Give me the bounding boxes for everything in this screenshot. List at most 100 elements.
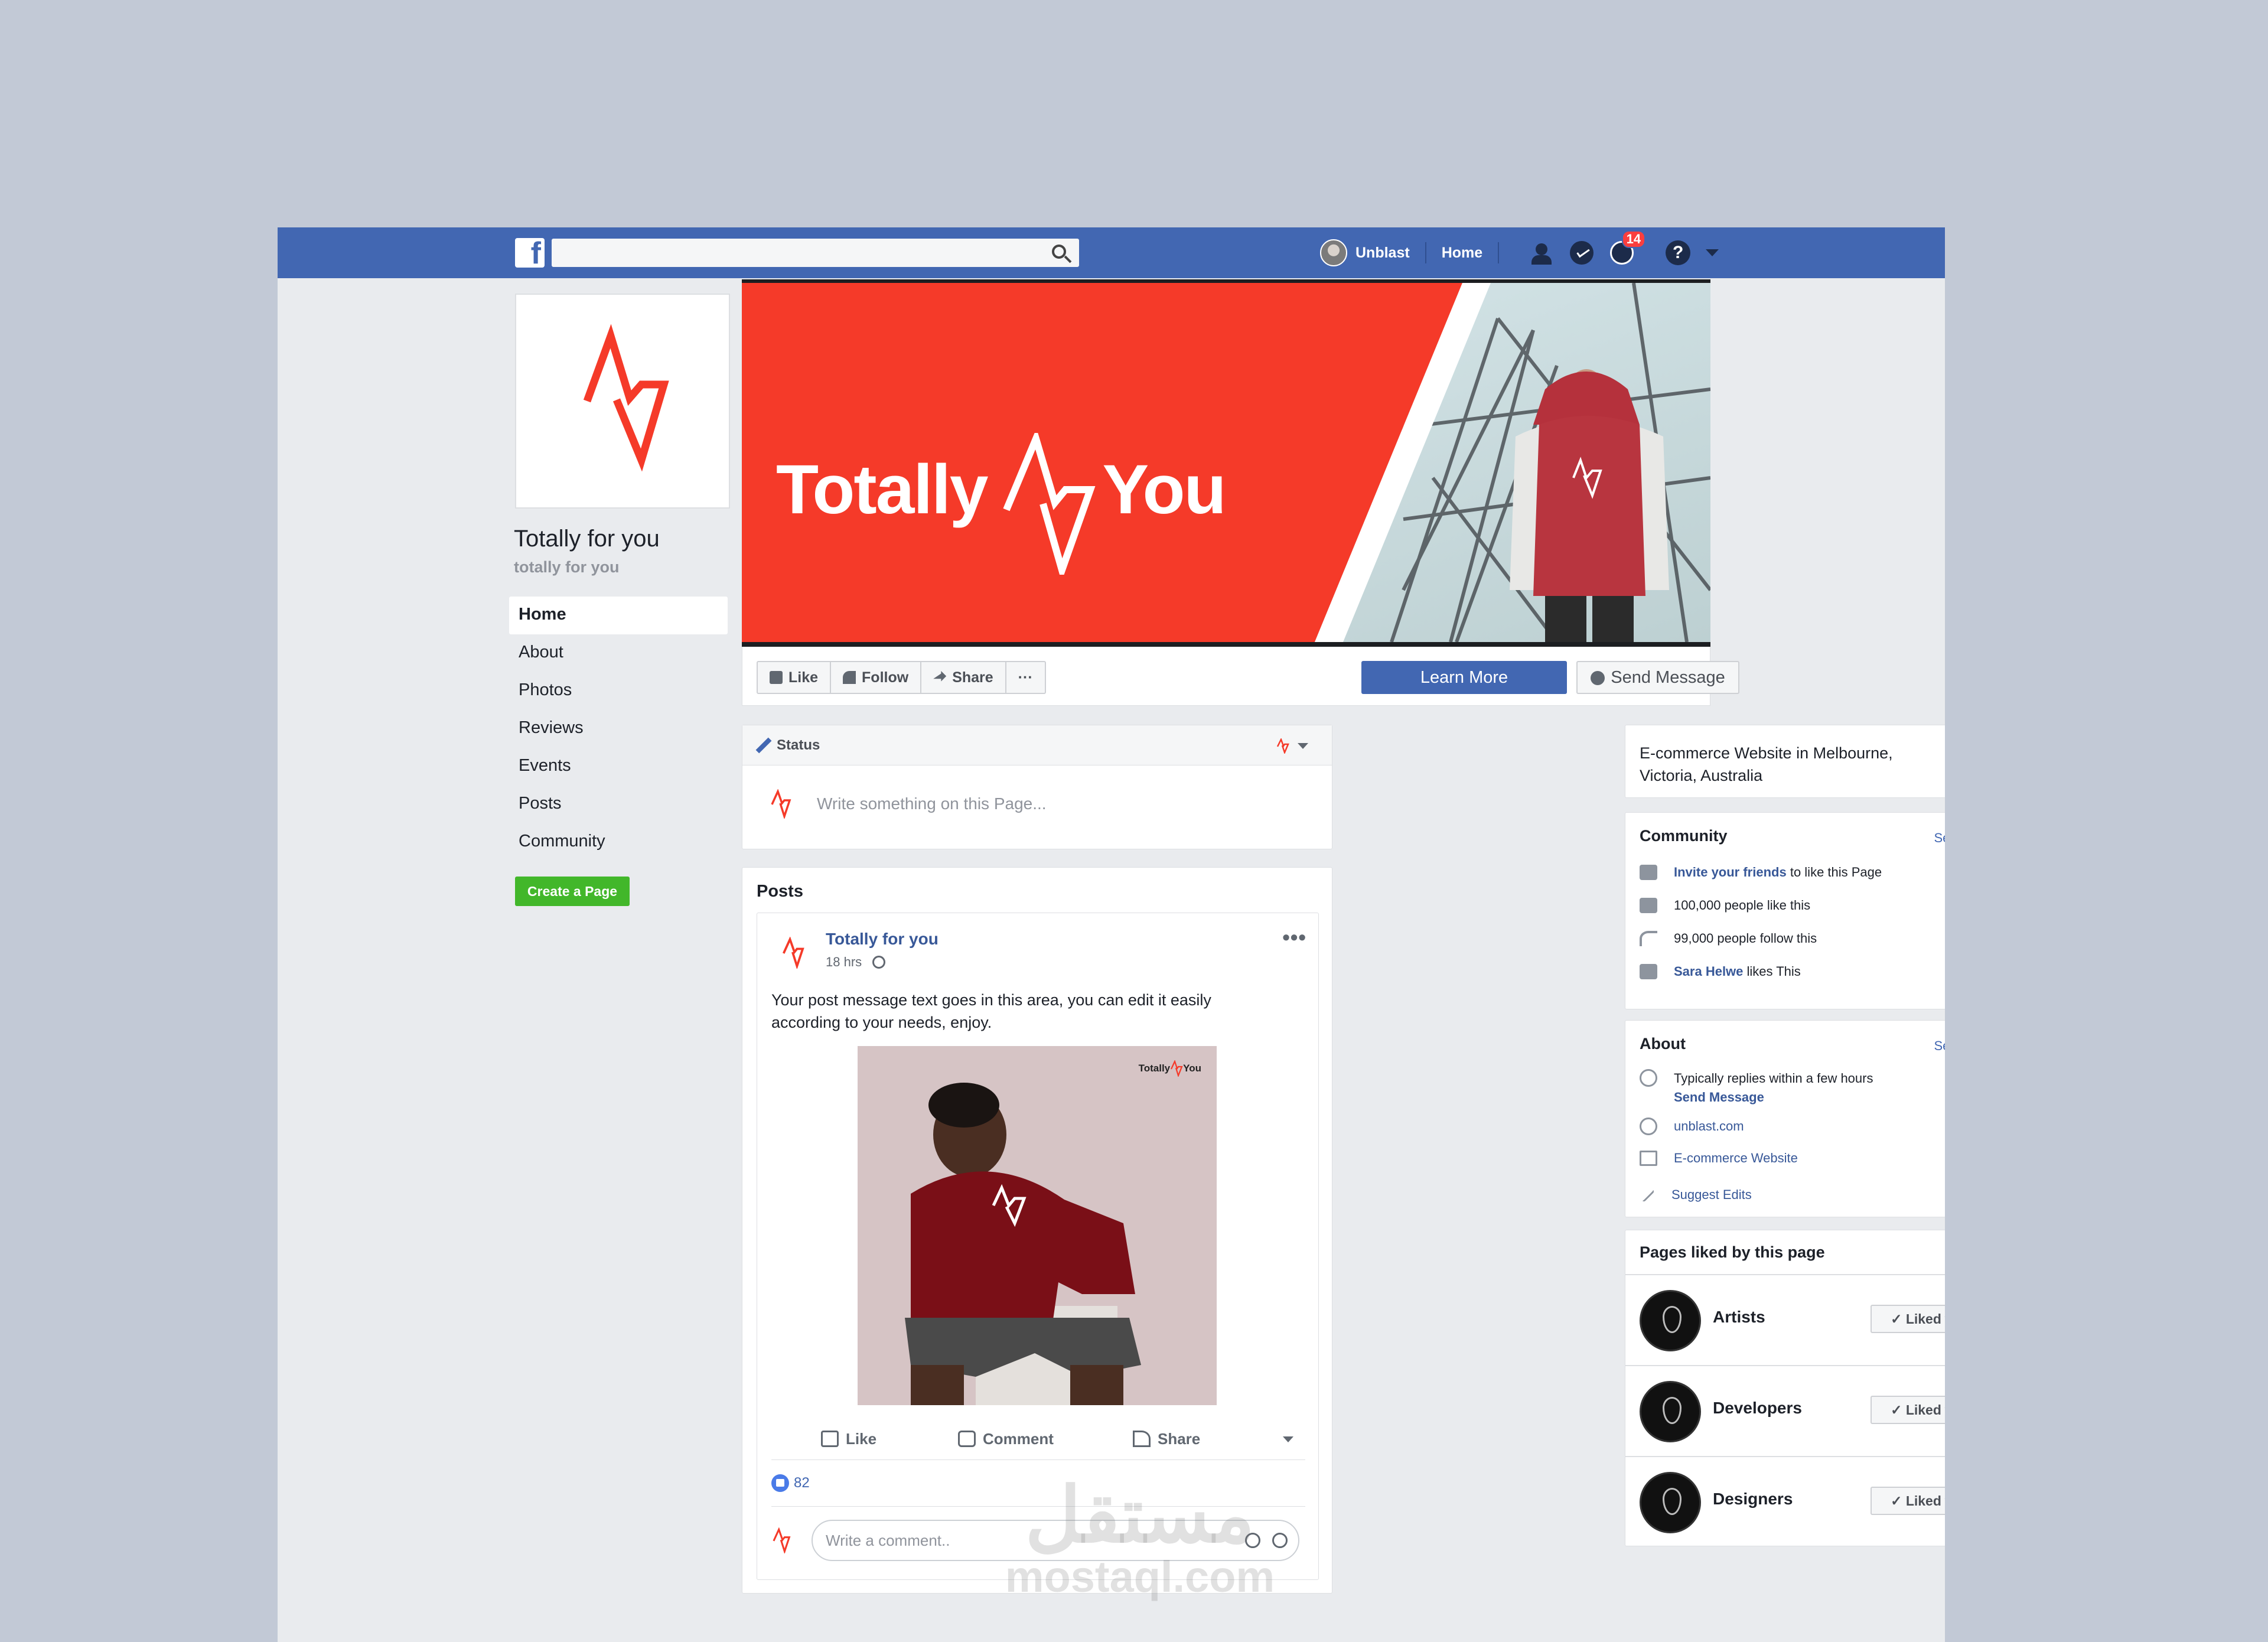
post-share-button[interactable]: Share	[1133, 1430, 1200, 1448]
pages-liked-title: Pages liked by this page	[1640, 1243, 1825, 1261]
page-handle[interactable]: totally for you	[514, 558, 620, 576]
follow-button[interactable]: Follow	[831, 662, 922, 693]
liked-page-name[interactable]: Developers	[1713, 1399, 1802, 1418]
send-message-button[interactable]: Send Message	[1576, 661, 1739, 694]
facebook-logo-icon[interactable]: f	[515, 238, 545, 269]
liked-button[interactable]: ✓ Liked ▾	[1871, 1305, 1945, 1333]
website-link[interactable]: unblast.com	[1674, 1119, 1744, 1134]
notifications-icon[interactable]: 14	[1609, 230, 1646, 266]
follows-count-row: 99,000 people follow this	[1640, 931, 1817, 946]
post-comment-button[interactable]: Comment	[958, 1430, 1054, 1448]
more-options-button[interactable]: ···	[1006, 662, 1045, 693]
profile-link[interactable]: Unblast	[1355, 245, 1410, 262]
nav-divider	[1425, 242, 1426, 263]
search-input[interactable]	[552, 239, 1079, 267]
like-page-button[interactable]: Like	[758, 662, 832, 693]
liked-button[interactable]: ✓ Liked ▾	[1871, 1396, 1945, 1424]
post-like-button[interactable]: Like	[821, 1430, 876, 1448]
page-action-bar: Like Follow Share ··· Learn More Send Me…	[742, 647, 1739, 706]
about-card: About See All Typically replies within a…	[1625, 1020, 1945, 1217]
account-menu-chevron-down-icon[interactable]	[1706, 249, 1719, 256]
search-icon[interactable]	[1052, 245, 1066, 259]
sidebar-item-home[interactable]: Home	[509, 597, 728, 634]
friend-requests-icon[interactable]	[1529, 240, 1555, 266]
share-arrow-icon	[1133, 1431, 1151, 1447]
page-side-nav: Home About Photos Reviews Events Posts C…	[509, 597, 728, 861]
like-reaction-icon	[771, 1474, 789, 1492]
page-logo-avatar[interactable]	[1640, 1290, 1701, 1351]
messenger-icon[interactable]	[1569, 240, 1595, 266]
watermark-latin: mostaql.com	[1005, 1552, 1275, 1601]
rss-icon	[843, 671, 856, 684]
posts-title: Posts	[757, 882, 803, 901]
learn-more-button[interactable]: Learn More	[1361, 661, 1567, 694]
post-as-selector[interactable]	[1276, 738, 1308, 754]
website-row: unblast.com	[1640, 1118, 1744, 1135]
liked-page-item: Designers ✓ Liked ▾	[1625, 1456, 1945, 1547]
post-timestamp[interactable]: 18 hrs	[826, 954, 886, 970]
community-see-all-link[interactable]: See All	[1934, 830, 1946, 846]
brand-logo-icon	[771, 789, 791, 819]
post-message: Your post message text goes in this area…	[771, 991, 1211, 1031]
share-arrow-icon	[933, 671, 947, 682]
category-row: E-commerce Website	[1640, 1151, 1798, 1166]
friends-icon	[1640, 964, 1657, 979]
watermark: مستقل mostaql.com	[992, 1477, 1288, 1601]
status-input[interactable]: Write something on this Page...	[742, 765, 1332, 819]
sidebar-item-events[interactable]: Events	[509, 748, 728, 786]
cover-title-right: You	[1102, 451, 1227, 529]
cover-title-left: Totally	[776, 451, 989, 529]
post-author-avatar[interactable]	[781, 937, 807, 969]
friend-likes-row: Sara Helwe likes This	[1640, 964, 1801, 979]
post-action-row: Like Comment Share	[757, 1421, 1319, 1457]
reaction-options-chevron-down-icon[interactable]	[1283, 1436, 1293, 1442]
liked-page-name[interactable]: Artists	[1713, 1308, 1765, 1327]
sidebar-item-posts[interactable]: Posts	[509, 786, 728, 823]
friend-name-link[interactable]: Sara Helwe	[1674, 964, 1743, 979]
liked-button[interactable]: ✓ Liked ▾	[1871, 1487, 1945, 1515]
create-page-button[interactable]: Create a Page	[515, 877, 630, 906]
brand-logo-icon	[1276, 738, 1289, 754]
invite-friends-link[interactable]: Invite your friends	[1674, 865, 1787, 880]
page-profile-picture[interactable]	[515, 294, 730, 509]
sidebar-item-community[interactable]: Community	[509, 823, 728, 861]
home-link[interactable]: Home	[1442, 245, 1482, 262]
share-page-button[interactable]: Share	[921, 662, 1006, 693]
post-options-icon[interactable]: •••	[1282, 925, 1306, 950]
thumbs-up-icon	[821, 1431, 839, 1447]
about-send-message-link[interactable]: Send Message	[1674, 1088, 1873, 1107]
liked-page-item: Artists ✓ Liked ▾	[1625, 1274, 1945, 1365]
model-hoodie-image	[1510, 369, 1669, 642]
post-author-name[interactable]: Totally for you	[826, 930, 939, 949]
suggest-edits-link[interactable]: Suggest Edits	[1671, 1187, 1752, 1203]
post-photo-illustration	[858, 1046, 1217, 1405]
globe-icon	[1640, 1118, 1657, 1135]
help-icon[interactable]: ?	[1666, 240, 1691, 265]
cover-photo[interactable]: Totally You	[742, 279, 1710, 647]
messenger-icon	[1591, 671, 1605, 686]
facebook-page-mockup: f Unblast Home 14 ? Totally for you tota…	[278, 227, 1945, 1642]
likes-count-row: 100,000 people like this	[1640, 898, 1810, 913]
thumbs-up-icon	[1640, 898, 1657, 913]
page-logo-avatar[interactable]	[1640, 1381, 1701, 1442]
community-title: Community	[1640, 827, 1728, 845]
cover-brand-title: Totally You	[776, 419, 1227, 575]
page-category-text: E-commerce Website in Melbourne, Victori…	[1640, 744, 1893, 784]
about-see-all-link[interactable]: See All	[1934, 1038, 1946, 1054]
status-tab[interactable]: Status	[742, 725, 1332, 765]
category-link[interactable]: E-commerce Website	[1674, 1151, 1798, 1166]
sidebar-item-photos[interactable]: Photos	[509, 672, 728, 710]
liked-page-name[interactable]: Designers	[1713, 1490, 1793, 1509]
sidebar-item-reviews[interactable]: Reviews	[509, 710, 728, 748]
avatar[interactable]	[1320, 239, 1347, 266]
folder-icon	[1640, 1151, 1657, 1166]
sidebar-item-about[interactable]: About	[509, 634, 728, 672]
thumbs-up-icon	[770, 671, 783, 684]
commenter-avatar	[773, 1527, 791, 1553]
comment-icon	[958, 1431, 976, 1447]
messenger-icon	[1640, 1069, 1657, 1087]
post-photo[interactable]: Totally You	[858, 1046, 1217, 1405]
page-logo-avatar[interactable]	[1640, 1472, 1701, 1533]
pencil-icon	[755, 737, 772, 753]
post-photo-brand-label: Totally You	[1139, 1060, 1201, 1077]
